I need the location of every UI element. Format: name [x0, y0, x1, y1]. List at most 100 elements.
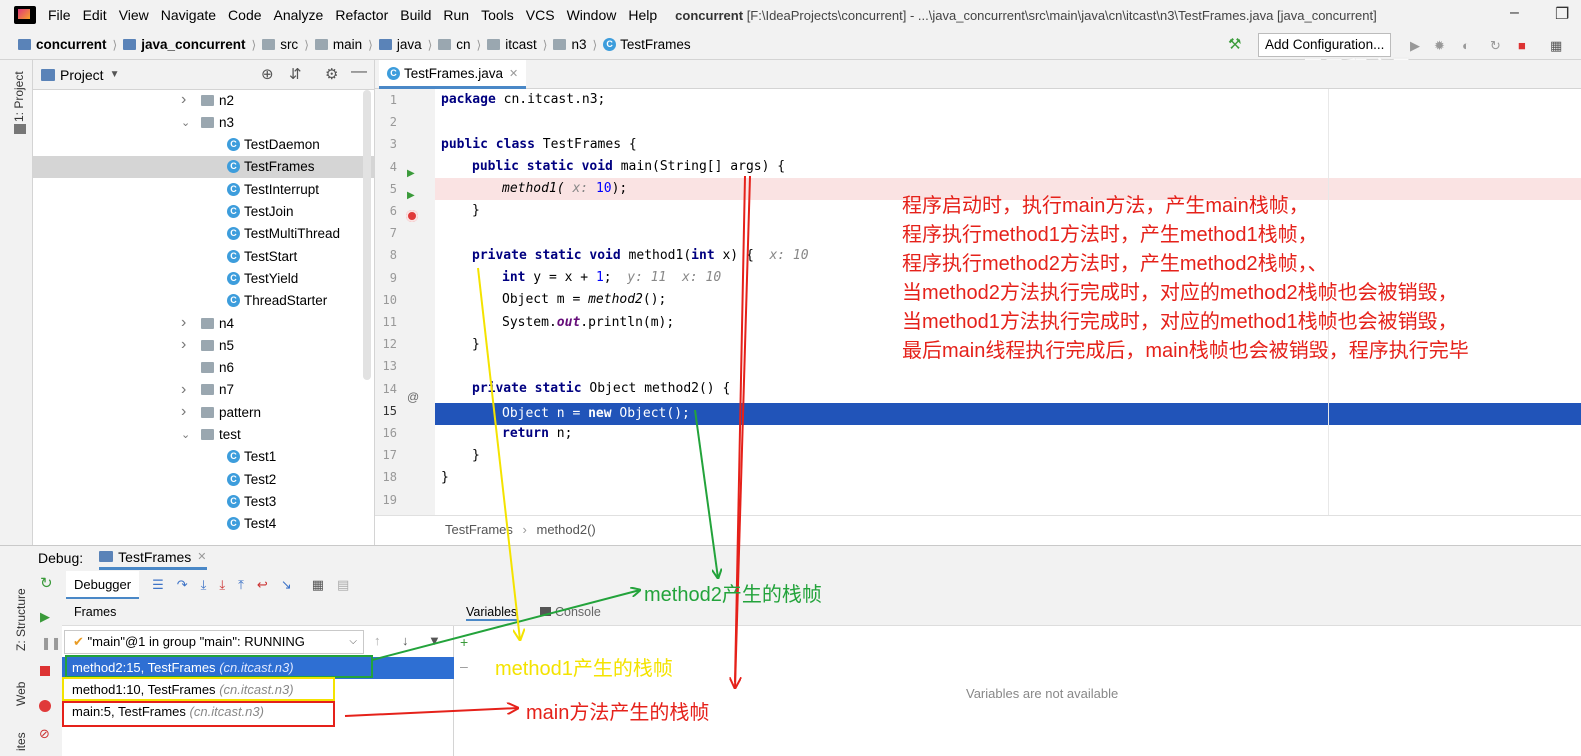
web-tool-tab[interactable]: Web — [14, 682, 28, 706]
layout-icon[interactable]: ☰ — [152, 577, 164, 593]
breadcrumb-main[interactable]: main ⟩ — [314, 37, 379, 52]
frame-row[interactable]: main:5, TestFrames (cn.itcast.n3) — [62, 701, 454, 723]
chevron-right-icon[interactable]: › — [181, 314, 193, 332]
new-watch-icon[interactable]: + — [460, 634, 468, 650]
collapse-all-icon[interactable]: ⇵ — [289, 65, 302, 83]
profile-icon[interactable]: ↻ — [1490, 38, 1501, 54]
stop-icon[interactable]: ■ — [1518, 38, 1526, 53]
tree-scrollbar[interactable] — [363, 90, 371, 380]
favorites-tool-tab[interactable]: ites — [14, 732, 28, 751]
breadcrumb-cn[interactable]: cn ⟩ — [438, 37, 487, 52]
thread-selector[interactable]: ✔ "main"@1 in group "main": RUNNING ⌵ — [64, 630, 364, 654]
locate-target-icon[interactable]: ⊕ — [261, 65, 274, 83]
editor-breadcrumb-class[interactable]: TestFrames — [445, 522, 513, 537]
frames-tab[interactable]: Frames — [74, 605, 116, 619]
breadcrumb-testframes[interactable]: C TestFrames — [603, 37, 691, 52]
tree-item-class[interactable]: C TestStart — [227, 245, 297, 267]
force-step-into-icon[interactable]: ⤓ — [219, 577, 225, 593]
tree-item-package[interactable]: › n5 — [181, 334, 234, 356]
remove-watch-icon[interactable]: – — [460, 658, 468, 674]
tree-item-package[interactable]: ⌄ test — [181, 424, 241, 446]
menu-code[interactable]: Code — [228, 7, 261, 23]
run-class-icon[interactable]: ▶ — [407, 168, 415, 179]
chevron-right-icon[interactable]: › — [181, 336, 193, 354]
breadcrumb-itcast[interactable]: itcast ⟩ — [487, 37, 553, 52]
coverage-icon[interactable]: ◐ — [1462, 38, 1470, 53]
tree-item-class[interactable]: C TestYield — [227, 267, 298, 289]
trace-icon[interactable]: ▤ — [337, 577, 349, 593]
code-line-1[interactable]: package cn.itcast.n3; — [441, 89, 605, 111]
menu-file[interactable]: File — [48, 7, 71, 23]
code-line-17[interactable]: } — [472, 445, 480, 467]
view-breakpoints-icon[interactable] — [39, 700, 51, 712]
mute-breakpoints-icon[interactable]: ⊘ — [39, 726, 50, 742]
tree-item-class[interactable]: C Test2 — [227, 468, 276, 490]
filter-icon[interactable]: ▼ — [428, 633, 441, 648]
tree-item-class[interactable]: C TestJoin — [227, 201, 294, 223]
tree-item-package[interactable]: › pattern — [181, 401, 261, 423]
code-line-9[interactable]: int y = x + 1; y: 11 x: 10 — [502, 267, 721, 289]
code-line-6[interactable]: } — [472, 200, 480, 222]
debug-icon[interactable]: ✹ — [1434, 38, 1445, 54]
tree-item-class[interactable]: C TestMultiThread — [227, 223, 340, 245]
menu-refactor[interactable]: Refactor — [335, 7, 388, 23]
debugger-tab[interactable]: Debugger — [66, 571, 140, 599]
tree-item-class[interactable]: C TestInterrupt — [227, 178, 319, 200]
resume-icon[interactable]: ▶ — [40, 609, 50, 625]
editor-gutter[interactable]: 1 2 3 4 5 6 7 8 9 10 11 12 13 14 15 16 17 18 19 ▶ ▶ @ — [375, 89, 435, 515]
menu-analyze[interactable]: Analyze — [274, 7, 324, 23]
breadcrumb-java[interactable]: java ⟩ — [378, 37, 438, 52]
chevron-right-icon[interactable]: › — [181, 403, 193, 421]
menu-help[interactable]: Help — [628, 7, 657, 23]
menu-vcs[interactable]: VCS — [526, 7, 555, 23]
chevron-down-icon[interactable]: ▼ — [110, 69, 120, 80]
stop-debug-icon[interactable] — [40, 666, 50, 676]
build-hammer-icon[interactable]: ⚒ — [1228, 35, 1241, 53]
code-line-12[interactable]: } — [472, 334, 480, 356]
close-session-icon[interactable]: ✕ — [197, 550, 206, 563]
tree-item-class[interactable]: C TestFrames — [33, 155, 375, 178]
editor-breadcrumb-method[interactable]: method2() — [537, 522, 596, 537]
tree-item-package[interactable]: ⌄ n3 — [181, 111, 234, 133]
code-line-10[interactable]: Object m = method2(); — [502, 289, 666, 311]
tree-item-class[interactable]: C ThreadStarter — [227, 290, 327, 312]
editor-tab-testframes[interactable]: C TestFrames.java ✕ — [379, 60, 527, 89]
tree-item-class[interactable]: C Test1 — [227, 446, 276, 468]
chevron-right-icon[interactable]: › — [181, 381, 193, 399]
console-tab[interactable]: Console — [540, 605, 601, 619]
menu-run[interactable]: Run — [443, 7, 469, 23]
code-line-3[interactable]: public class TestFrames { — [441, 134, 637, 156]
code-line-15[interactable]: Object n = new Object(); — [502, 403, 690, 425]
minimize-icon[interactable]: – — [1510, 4, 1519, 22]
project-structure-icon[interactable]: ▦ — [1550, 38, 1562, 54]
project-tool-tab[interactable]: 1: Project — [12, 71, 26, 122]
debug-session-tab[interactable]: TestFrames ✕ — [99, 546, 207, 570]
code-line-16[interactable]: return n; — [502, 423, 572, 445]
frame-row[interactable]: method2:15, TestFrames (cn.itcast.n3) — [62, 657, 454, 679]
tree-item-class[interactable]: C Test4 — [227, 513, 276, 535]
tree-item-package[interactable]: › n4 — [181, 312, 234, 334]
structure-tool-tab[interactable]: Z: Structure — [14, 588, 28, 651]
run-to-cursor-icon[interactable]: ↘ — [281, 577, 292, 593]
code-line-4[interactable]: public static void main(String[] args) { — [472, 156, 785, 178]
variables-tab[interactable]: Variables — [466, 605, 518, 621]
chevron-down-icon[interactable]: ⌄ — [181, 428, 193, 441]
menu-window[interactable]: Window — [567, 7, 617, 23]
menu-view[interactable]: View — [119, 7, 149, 23]
menu-edit[interactable]: Edit — [83, 7, 107, 23]
tree-item-package[interactable]: › n2 — [181, 89, 234, 111]
evaluate-icon[interactable]: ▦ — [312, 577, 324, 593]
breakpoint-icon[interactable] — [406, 210, 418, 222]
breadcrumb-n3[interactable]: n3 ⟩ — [553, 37, 603, 52]
step-into-icon[interactable]: ⤓ — [201, 577, 207, 593]
menu-build[interactable]: Build — [400, 7, 431, 23]
menu-navigate[interactable]: Navigate — [161, 7, 216, 23]
step-out-icon[interactable]: ⤒ — [238, 577, 244, 593]
hide-panel-icon[interactable]: — — [351, 63, 367, 81]
code-line-14[interactable]: private static Object method2() { — [472, 378, 730, 400]
code-line-11[interactable]: System.out.println(m); — [502, 312, 674, 334]
code-line-8[interactable]: private static void method1(int x) { x: … — [472, 245, 809, 267]
code-line-5[interactable]: method1( x: 10); — [502, 178, 627, 200]
breadcrumb-concurrent[interactable]: concurrent ⟩ — [18, 37, 123, 52]
tree-item-class[interactable]: C TestDaemon — [227, 134, 320, 156]
